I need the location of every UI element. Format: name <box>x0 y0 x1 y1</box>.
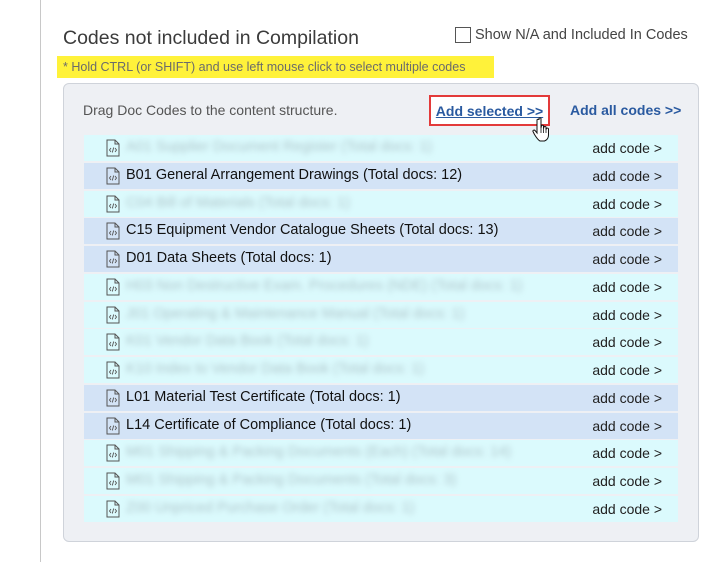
add-code-link[interactable]: add code > <box>592 334 662 350</box>
code-file-icon <box>106 472 120 490</box>
code-label: Z00 Unpriced Purchase Order (Total docs:… <box>126 499 415 516</box>
code-file-icon <box>106 250 120 268</box>
code-label: M01 Shipping & Packing Documents (Total … <box>126 472 457 488</box>
code-row[interactable]: L01 Material Test Certificate (Total doc… <box>84 384 678 411</box>
code-file-icon <box>106 278 120 296</box>
add-all-codes-link[interactable]: Add all codes >> <box>570 102 681 118</box>
add-code-link[interactable]: add code > <box>592 418 662 434</box>
code-file-icon <box>106 306 120 323</box>
code-row[interactable]: D01 Data Sheets (Total docs: 1) add code … <box>84 246 678 272</box>
codes-list: A01 Supplier Document Register (Total do… <box>84 135 678 524</box>
code-label: L01 Material Test Certificate (Total doc… <box>126 388 401 405</box>
code-label: M01 Shipping & Packing Documents (Each) … <box>126 444 512 461</box>
code-label: J01 Operating & Maintenance Manual (Tota… <box>126 305 465 322</box>
add-selected-link[interactable]: Add selected >> <box>436 103 543 119</box>
code-row[interactable]: A01 Supplier Document Register (Total do… <box>84 135 678 161</box>
add-code-link[interactable]: add code > <box>592 168 662 184</box>
code-file-icon <box>106 333 120 351</box>
code-file-icon <box>106 139 120 157</box>
show-na-label: Show N/A and Included In Codes <box>475 27 688 43</box>
add-code-link[interactable]: add code > <box>592 362 662 378</box>
add-code-link[interactable]: add code > <box>592 445 662 461</box>
code-row[interactable]: C04 Bill of Materials (Total docs: 1) add… <box>84 190 678 217</box>
add-code-link[interactable]: add code > <box>592 251 662 267</box>
code-label: K01 Vendor Data Book (Total docs: 1) <box>126 333 369 350</box>
code-label: K10 Index to Vendor Data Book (Total doc… <box>126 361 425 377</box>
code-label: C04 Bill of Materials (Total docs: 1) <box>126 194 351 211</box>
code-file-icon <box>106 222 120 240</box>
code-label: H03 Non Destructive Exam. Procedures (ND… <box>126 277 523 294</box>
show-na-toggle[interactable]: Show N/A and Included In Codes <box>455 27 688 43</box>
code-label: B01 General Arrangement Drawings (Total … <box>126 166 463 183</box>
code-row[interactable]: K10 Index to Vendor Data Book (Total doc… <box>84 357 678 383</box>
code-row[interactable]: B01 General Arrangement Drawings (Total … <box>84 162 678 189</box>
hand-pointer-icon <box>532 117 549 142</box>
code-row[interactable]: M01 Shipping & Packing Documents (Total … <box>84 468 678 494</box>
code-file-icon <box>106 195 120 212</box>
add-code-link[interactable]: add code > <box>592 390 662 406</box>
code-row[interactable]: H03 Non Destructive Exam. Procedures (ND… <box>84 273 678 300</box>
add-code-link[interactable]: add code > <box>592 307 662 323</box>
add-code-link[interactable]: add code > <box>592 279 662 295</box>
code-row[interactable]: J01 Operating & Maintenance Manual (Tota… <box>84 301 678 328</box>
code-row[interactable]: M01 Shipping & Packing Documents (Each) … <box>84 440 678 467</box>
code-label: C15 Equipment Vendor Catalogue Sheets (T… <box>126 222 499 239</box>
show-na-checkbox[interactable] <box>455 27 471 43</box>
add-code-link[interactable]: add code > <box>592 223 662 239</box>
multi-select-hint: * Hold CTRL (or SHIFT) and use left mous… <box>57 56 494 78</box>
code-file-icon <box>106 361 120 379</box>
code-file-icon <box>106 444 120 462</box>
code-file-icon <box>106 167 120 185</box>
code-file-icon <box>106 500 120 518</box>
code-row[interactable]: C15 Equipment Vendor Catalogue Sheets (T… <box>84 218 678 245</box>
add-code-link[interactable]: add code > <box>592 501 662 517</box>
code-row[interactable]: Z00 Unpriced Purchase Order (Total docs:… <box>84 495 678 522</box>
code-label: A01 Supplier Document Register (Total do… <box>126 139 433 155</box>
add-code-link[interactable]: add code > <box>592 196 662 212</box>
code-row[interactable]: L14 Certificate of Compliance (Total doc… <box>84 412 678 439</box>
add-code-link[interactable]: add code > <box>592 473 662 489</box>
code-label: L14 Certificate of Compliance (Total doc… <box>126 416 412 433</box>
page-title: Codes not included in Compilation <box>63 27 359 49</box>
code-label: D01 Data Sheets (Total docs: 1) <box>126 250 332 266</box>
code-row[interactable]: K01 Vendor Data Book (Total docs: 1) add … <box>84 329 678 356</box>
code-file-icon <box>106 417 120 434</box>
code-file-icon <box>106 389 120 407</box>
drag-instructions: Drag Doc Codes to the content structure. <box>83 102 338 118</box>
add-code-link[interactable]: add code > <box>592 140 662 156</box>
